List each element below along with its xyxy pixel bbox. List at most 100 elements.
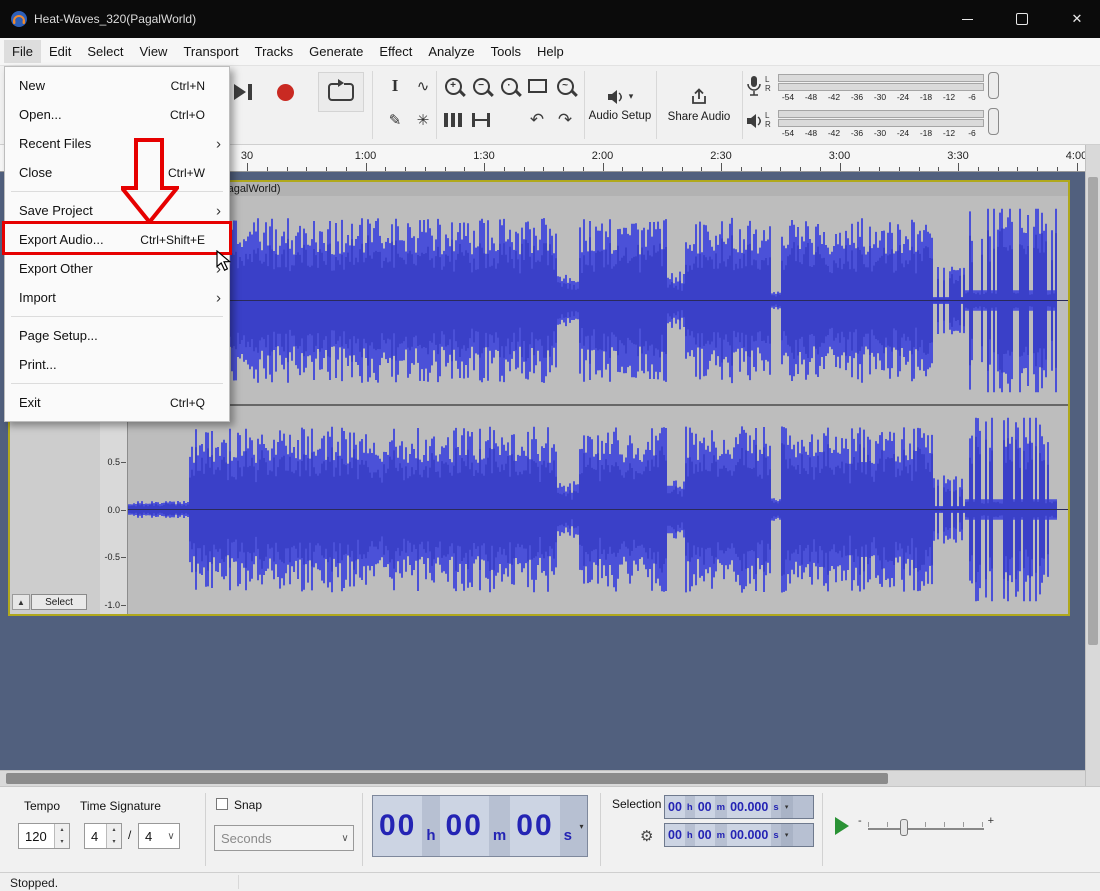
- ruler-tick: [978, 167, 979, 171]
- ruler-tick: [306, 167, 307, 171]
- toolbar-separator: [822, 793, 823, 866]
- menu-transport[interactable]: Transport: [175, 40, 246, 63]
- menu-item-close[interactable]: CloseCtrl+W: [5, 158, 229, 187]
- selection-end-field[interactable]: 00h00m00.000s▾: [664, 823, 814, 847]
- record-button[interactable]: [266, 74, 304, 110]
- time-unit-label: h: [422, 796, 439, 856]
- time-signature-upper-input[interactable]: 4 ▴▾: [84, 823, 122, 849]
- dropdown-caret-icon[interactable]: ▾: [781, 796, 793, 818]
- zoom-out-button[interactable]: −: [468, 72, 494, 100]
- maximize-button[interactable]: [999, 0, 1045, 38]
- silence-audio-button[interactable]: [468, 106, 494, 134]
- close-button[interactable]: ✕: [1054, 0, 1100, 38]
- playback-speed-slider[interactable]: - +: [860, 815, 992, 841]
- vertical-scrollbar-thumb[interactable]: [1088, 177, 1098, 645]
- multi-tool-button[interactable]: ✳: [410, 106, 436, 134]
- status-bar: Stopped.: [0, 872, 1100, 891]
- ruler-tick: [247, 163, 248, 171]
- silence-icon: [472, 113, 490, 127]
- ruler-tick: [998, 167, 999, 171]
- trim-audio-button[interactable]: [440, 106, 466, 134]
- vertical-scale-label: 0.0: [107, 505, 120, 515]
- playback-volume-slider[interactable]: [988, 108, 999, 135]
- waveform[interactable]: [128, 196, 1068, 614]
- track-collapse-button[interactable]: ▲: [12, 594, 30, 610]
- minimize-button[interactable]: [944, 0, 990, 38]
- recording-gain-slider[interactable]: [988, 72, 999, 99]
- titlebar: Heat-Waves_320(PagalWorld) ✕: [0, 0, 1100, 38]
- record-icon: [277, 84, 294, 101]
- dropdown-caret-icon[interactable]: ▾: [781, 824, 793, 846]
- ruler-tick: [346, 167, 347, 171]
- horizontal-scrollbar-thumb[interactable]: [6, 773, 888, 784]
- meter-scale-label: -12: [943, 128, 955, 138]
- toolbar-separator: [372, 71, 373, 139]
- redo-button[interactable]: ↷: [552, 106, 578, 134]
- zoom-fit-project-button[interactable]: [524, 72, 550, 100]
- menu-separator: [11, 191, 223, 192]
- gear-icon[interactable]: ⚙: [640, 827, 653, 845]
- menu-help[interactable]: Help: [529, 40, 572, 63]
- toolbar-separator: [656, 71, 657, 139]
- zoom-toggle-button[interactable]: ~: [552, 72, 578, 100]
- menu-analyze[interactable]: Analyze: [420, 40, 482, 63]
- undo-button[interactable]: ↶: [524, 106, 550, 134]
- horizontal-scrollbar[interactable]: [0, 770, 1085, 786]
- draw-tool-button[interactable]: ✎: [382, 106, 408, 134]
- menu-item-save-project[interactable]: Save Project›: [5, 196, 229, 225]
- share-audio-button[interactable]: Share Audio: [660, 72, 738, 138]
- ruler-tick: [701, 167, 702, 171]
- menu-tools[interactable]: Tools: [483, 40, 529, 63]
- play-at-speed-button[interactable]: [830, 813, 854, 839]
- snap-mode-select[interactable]: Seconds ∨: [214, 825, 354, 851]
- menu-item-recent-files[interactable]: Recent Files›: [5, 129, 229, 158]
- playback-meter[interactable]: L R -54-48-42-36-30-24-18-12-6: [746, 106, 1008, 138]
- dropdown-caret-icon[interactable]: ▾: [576, 796, 587, 856]
- menu-item-new[interactable]: NewCtrl+N: [5, 71, 229, 100]
- menu-tracks[interactable]: Tracks: [247, 40, 302, 63]
- slider-plus-label: +: [988, 815, 994, 827]
- menu-item-page-setup[interactable]: Page Setup...: [5, 321, 229, 350]
- menu-item-import[interactable]: Import›: [5, 283, 229, 312]
- menu-item-label: Export Other: [19, 261, 93, 276]
- slider-thumb[interactable]: [900, 819, 908, 836]
- menu-item-shortcut: Ctrl+N: [171, 79, 205, 93]
- vertical-scrollbar[interactable]: [1085, 145, 1100, 786]
- menu-edit[interactable]: Edit: [41, 40, 79, 63]
- audio-setup-button[interactable]: ▾ Audio Setup: [588, 72, 652, 138]
- speaker-icon: [607, 89, 625, 105]
- toolbar-separator: [600, 793, 601, 866]
- recording-meter[interactable]: L R -54-48-42-36-30-24-18-12-6: [746, 70, 1008, 102]
- menu-item-print[interactable]: Print...: [5, 350, 229, 379]
- menu-item-open[interactable]: Open...Ctrl+O: [5, 100, 229, 129]
- menu-item-shortcut: Ctrl+W: [168, 166, 205, 180]
- audio-setup-label: Audio Setup: [589, 110, 652, 122]
- menu-view[interactable]: View: [132, 40, 176, 63]
- menu-item-export-other[interactable]: Export Other›: [5, 254, 229, 283]
- ruler-tick: [721, 163, 722, 171]
- ruler-tick: [859, 167, 860, 171]
- spinner-arrows-icon[interactable]: ▴▾: [106, 824, 121, 848]
- snap-checkbox[interactable]: [216, 798, 228, 810]
- ruler-time-label: 2:30: [710, 150, 731, 162]
- selection-start-field[interactable]: 00h00m00.000s▾: [664, 795, 814, 819]
- loop-button[interactable]: [318, 72, 364, 112]
- menu-generate[interactable]: Generate: [301, 40, 371, 63]
- menu-effect[interactable]: Effect: [371, 40, 420, 63]
- zoom-to-selection-button[interactable]: ·: [496, 72, 522, 100]
- track-select-button[interactable]: Select: [31, 594, 87, 610]
- menu-item-exit[interactable]: ExitCtrl+Q: [5, 388, 229, 417]
- audio-position-display[interactable]: 00h00m00s▾: [372, 795, 588, 857]
- spinner-arrows-icon[interactable]: ▴▾: [54, 824, 69, 848]
- envelope-tool-button[interactable]: ∿: [410, 72, 436, 100]
- tempo-input[interactable]: 120 ▴▾: [18, 823, 70, 849]
- menu-item-export-audio[interactable]: Export Audio...Ctrl+Shift+E: [5, 225, 229, 254]
- selection-tool-button[interactable]: I: [382, 72, 408, 100]
- zoom-in-button[interactable]: +: [440, 72, 466, 100]
- menu-item-label: Open...: [19, 107, 62, 122]
- menu-file[interactable]: File: [4, 40, 41, 63]
- time-signature-label: Time Signature: [80, 799, 161, 813]
- time-signature-lower-select[interactable]: 4 ∨: [138, 823, 180, 849]
- ruler-tick: [662, 167, 663, 171]
- menu-select[interactable]: Select: [79, 40, 131, 63]
